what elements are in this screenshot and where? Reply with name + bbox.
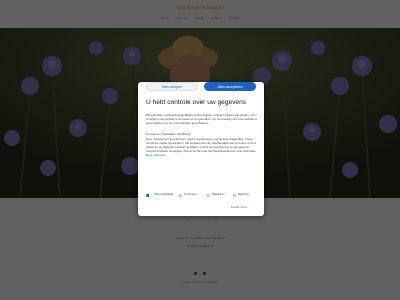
reject-all-button[interactable]: Alles afwijzen xyxy=(146,82,198,91)
consent-toggles: Strikt noodzakelijk Functioneel Statisti… xyxy=(146,194,256,204)
dialog-intro: Wij gebruiken cookies en vergelijkbare t… xyxy=(146,113,258,125)
show-details-link[interactable]: Details tonen xyxy=(231,205,247,209)
toggle-switch-functional[interactable] xyxy=(176,194,182,198)
toggle-item-necessary: Strikt noodzakelijk xyxy=(146,193,174,198)
toggle-item-statistics: Statistieken xyxy=(204,193,225,198)
toggle-item-marketing: Marketing xyxy=(230,193,249,198)
toggle-label-statistics: Statistieken xyxy=(212,193,225,197)
dialog-body: Door "Accepteren" te selecteren, geeft u… xyxy=(146,137,258,158)
toggle-switch-marketing[interactable] xyxy=(230,194,236,198)
more-info-link[interactable]: Meer informatie xyxy=(146,153,165,157)
toggle-label-functional: Functioneel xyxy=(184,193,197,197)
toggle-label-marketing: Marketing xyxy=(238,193,249,197)
dialog-purposes: Functioneel, Statistieken, Marketing xyxy=(146,132,191,136)
accept-all-button[interactable]: Alles accepteren xyxy=(204,82,256,91)
toggle-label-necessary: Strikt noodzakelijk xyxy=(154,193,174,197)
dialog-body-text: Door "Accepteren" te selecteren, geeft u… xyxy=(146,137,257,153)
toggle-switch-necessary[interactable] xyxy=(146,194,152,198)
toggle-switch-statistics[interactable] xyxy=(204,194,210,198)
dialog-title: U hebt controle over uw gegevens xyxy=(146,99,247,106)
toggle-item-functional: Functioneel xyxy=(176,193,197,198)
